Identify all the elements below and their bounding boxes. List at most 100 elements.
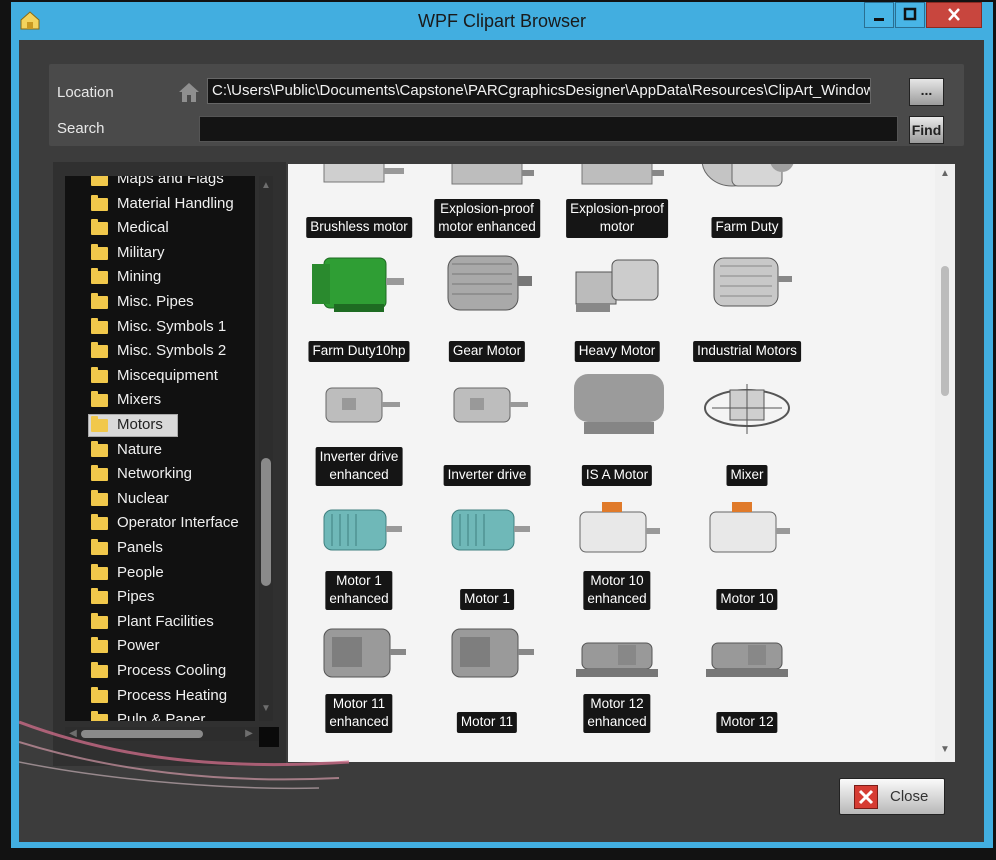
tree-item[interactable]: Misc. Symbols 1 <box>65 316 255 340</box>
tree-item[interactable]: Panels <box>65 537 255 561</box>
tree-item[interactable]: Networking <box>65 463 255 487</box>
minimize-button[interactable] <box>864 2 894 28</box>
tree-vertical-scrollbar[interactable]: ▲ ▼ <box>259 176 273 721</box>
tree-item[interactable]: Material Handling <box>65 193 255 217</box>
tree-item-label: Miscequipment <box>117 366 218 384</box>
clipart-item[interactable]: Mixer <box>682 368 812 490</box>
clipart-item[interactable]: Inverter drive <box>422 368 552 490</box>
tree-item[interactable]: Miscequipment <box>65 365 255 389</box>
clipart-item[interactable]: Farm Duty <box>682 164 812 242</box>
grid-vertical-scrollbar[interactable]: ▲ ▼ <box>935 164 955 762</box>
folder-icon <box>91 539 108 555</box>
clipart-item[interactable]: Motor 10 <box>682 492 812 614</box>
location-label: Location <box>57 84 114 101</box>
tree-item[interactable]: Mixers <box>65 389 255 413</box>
inverter-drive-icon <box>304 368 414 442</box>
tree-item[interactable]: Nature <box>65 439 255 463</box>
tree-item[interactable]: Nuclear <box>65 488 255 512</box>
grid-scroll-up-icon[interactable]: ▲ <box>939 168 951 179</box>
tree-scroll-thumb[interactable] <box>261 458 271 586</box>
location-path-field[interactable]: C:\Users\Public\Documents\Capstone\PARCg… <box>207 78 871 104</box>
browse-button[interactable]: ... <box>909 78 944 106</box>
tree-item[interactable]: Mining <box>65 266 255 290</box>
explosion-proof-motor-icon <box>562 164 672 194</box>
clipart-item[interactable]: Explosion-proof motor enhanced <box>422 164 552 242</box>
clipart-item[interactable]: Motor 1 <box>422 492 552 614</box>
tree-item[interactable]: People <box>65 562 255 586</box>
clipart-item[interactable]: Motor 1 enhanced <box>294 492 424 614</box>
clipart-item[interactable]: Industrial Motors <box>682 244 812 366</box>
clipart-label: Motor 12 <box>716 712 778 733</box>
farm-duty-motor-icon <box>692 164 802 194</box>
clipart-item[interactable]: Farm Duty10hp <box>294 244 424 366</box>
tree-item-label: Panels <box>117 539 163 556</box>
tree-item-label: Power <box>117 637 160 655</box>
clipart-item[interactable]: Inverter drive enhanced <box>294 368 424 490</box>
tree-item[interactable]: Maps and Flags <box>65 176 255 192</box>
tree-item-label: People <box>117 563 164 581</box>
folder-icon <box>91 194 108 211</box>
dialog-client-area: Location C:\Users\Public\Documents\Capst… <box>19 40 984 842</box>
motor-base-icon <box>562 615 672 689</box>
clipart-item[interactable]: Motor 11 <box>422 615 552 737</box>
tree-item-label: Nuclear <box>117 489 169 507</box>
maximize-button[interactable] <box>895 2 925 28</box>
tree-item-label: Mining <box>117 268 162 286</box>
motor-orange-box-icon <box>562 492 672 566</box>
tree-item-label: Process Cooling <box>117 662 227 679</box>
tree-item[interactable]: Operator Interface <box>65 512 255 536</box>
clipart-item[interactable]: Brushless motor <box>294 164 424 242</box>
clipart-label: Motor 1 enhanced <box>325 571 393 610</box>
motor-orange-box-icon <box>692 492 802 566</box>
home-icon[interactable] <box>176 80 202 104</box>
clipart-item[interactable]: Motor 10 enhanced <box>552 492 682 614</box>
tree-item[interactable]: Process Cooling <box>65 660 255 684</box>
green-motor-icon <box>304 244 414 318</box>
find-button[interactable]: Find <box>909 116 944 144</box>
tree-item-label: Material Handling <box>117 194 234 212</box>
clipart-item[interactable]: Motor 12 <box>682 615 812 737</box>
tree-item-label: Military <box>117 243 165 261</box>
folder-icon <box>91 637 108 654</box>
clipart-item[interactable]: Motor 12 enhanced <box>552 615 682 737</box>
tree-item[interactable]: Power <box>65 635 255 659</box>
close-button[interactable]: Close <box>839 778 945 815</box>
clipart-label: Explosion-proof motor enhanced <box>434 199 540 238</box>
tree-item-label: Networking <box>117 465 193 483</box>
clipart-item[interactable]: Gear Motor <box>422 244 552 366</box>
mixer-icon <box>692 368 802 442</box>
title-bar[interactable]: WPF Clipart Browser <box>11 2 993 40</box>
clipart-label: Motor 10 enhanced <box>583 571 651 610</box>
explosion-proof-motor-icon <box>432 164 542 194</box>
folder-icon <box>91 293 108 309</box>
window-frame: WPF Clipart Browser Location C:\Users\Pu… <box>11 2 993 848</box>
clipart-item[interactable]: IS A Motor <box>552 368 682 490</box>
tree-item-label: Process Heating <box>117 686 228 704</box>
grid-scroll-down-icon[interactable]: ▼ <box>939 744 951 755</box>
tree-item[interactable]: Misc. Pipes <box>65 291 255 315</box>
tree-item[interactable]: Military <box>65 242 255 266</box>
clipart-item[interactable]: Heavy Motor <box>552 244 682 366</box>
tree-item[interactable]: Medical <box>65 217 255 241</box>
category-tree[interactable]: Maps and Flags Material Handling Medical Mi… <box>65 176 255 721</box>
clipart-item[interactable]: Explosion-proof motor <box>552 164 682 242</box>
clipart-label: Explosion-proof motor <box>566 199 668 238</box>
window-title: WPF Clipart Browser <box>417 11 587 31</box>
tree-item-label: Medical <box>117 219 169 237</box>
tree-item[interactable]: Motors <box>65 414 255 438</box>
clipart-label: Motor 12 enhanced <box>583 694 651 733</box>
brushless-motor-icon <box>304 164 414 194</box>
maximize-icon <box>903 7 917 21</box>
tree-item-label: Misc. Symbols 2 <box>117 342 227 360</box>
tree-item[interactable]: Plant Facilities <box>65 611 255 635</box>
search-input[interactable] <box>199 116 898 142</box>
window-close-button[interactable] <box>926 2 982 28</box>
grid-scroll-thumb[interactable] <box>941 266 949 396</box>
tree-item[interactable]: Misc. Symbols 2 <box>65 340 255 364</box>
tree-item[interactable]: Pipes <box>65 586 255 610</box>
minimize-icon <box>874 18 884 21</box>
tree-item[interactable]: Process Heating <box>65 685 255 709</box>
scroll-up-arrow-icon[interactable]: ▲ <box>261 180 271 192</box>
search-label: Search <box>57 120 105 137</box>
clipart-label: Brushless motor <box>306 217 412 238</box>
